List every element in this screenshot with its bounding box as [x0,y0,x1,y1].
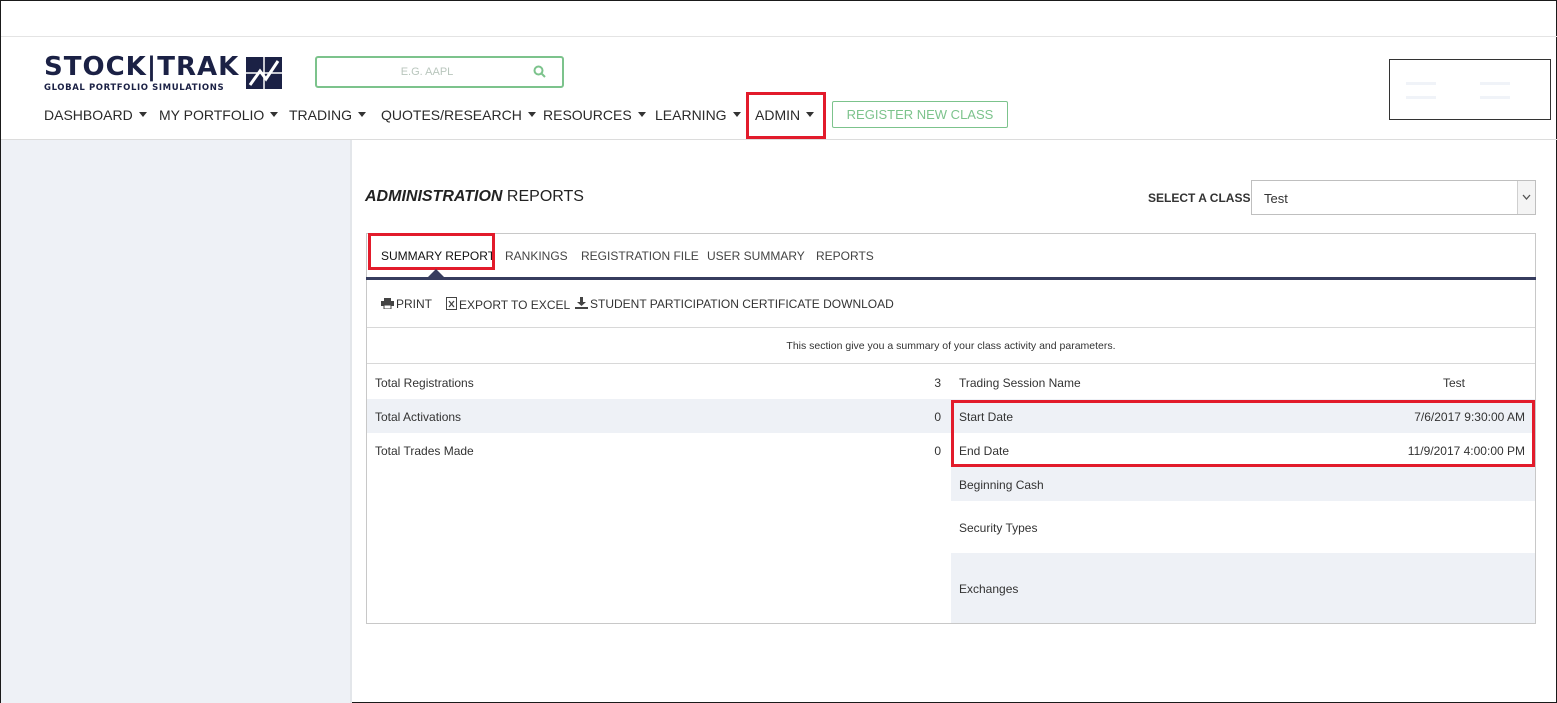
certificate-download-action[interactable]: STUDENT PARTICIPATION CERTIFICATE DOWNLO… [575,297,894,311]
sidebar-divider [350,140,352,703]
page-title-bold: ADMINISTRATION [365,188,503,205]
chevron-down-icon [1522,194,1531,200]
total-activations-label: Total Activations [375,410,462,424]
class-select[interactable]: Test [1251,180,1536,215]
nav-quotes-research[interactable]: QUOTES/RESEARCH [381,107,536,123]
tab-user-summary[interactable]: USER SUMMARY [707,249,805,263]
nav-trading[interactable]: TRADING [289,107,366,123]
nav-label: LEARNING [655,107,727,123]
register-new-class-button[interactable]: REGISTER NEW CLASS [832,101,1008,128]
nav-label: ADMIN [755,107,801,123]
exchanges-label: Exchanges [959,582,1019,596]
tab-registration-file[interactable]: REGISTRATION FILE [581,249,699,263]
logo-wordmark: STOCK|TRAK [44,52,240,82]
nav-label: TRADING [289,107,352,123]
total-registrations-value: 3 [934,376,941,390]
tab-rankings[interactable]: RANKINGS [505,249,568,263]
tab-reports[interactable]: REPORTS [816,249,874,263]
session-name-value: Test [1442,376,1465,390]
download-icon [575,297,588,309]
caret-down-icon [270,112,279,117]
nav-label: DASHBOARD [44,107,133,123]
logo-mark-icon [246,57,282,89]
actions-divider [367,327,1535,328]
security-types-label: Security Types [959,521,1038,535]
account-widget[interactable] [1389,59,1551,120]
excel-file-icon [446,297,457,310]
right-row-stripe [951,553,1535,623]
logo-tagline: GLOBAL PORTFOLIO SIMULATIONS [44,83,225,93]
nav-resources[interactable]: RESOURCES [543,107,646,123]
search-icon[interactable] [533,65,546,78]
redacted-text [1480,96,1510,99]
total-activations-value: 0 [934,410,941,424]
nav-label: QUOTES/RESEARCH [381,107,522,123]
certificate-label: STUDENT PARTICIPATION CERTIFICATE DOWNLO… [590,297,894,311]
select-class-label: SELECT A CLASS [1148,191,1251,205]
nav-my-portfolio[interactable]: MY PORTFOLIO [159,107,279,123]
symbol-search[interactable] [315,56,564,88]
note-divider [367,363,1535,364]
page-title: ADMINISTRATION REPORTS [365,188,584,206]
nav-label: MY PORTFOLIO [159,107,265,123]
session-name-label: Trading Session Name [959,376,1081,390]
nav-admin[interactable]: ADMIN [755,107,815,123]
caret-down-icon [138,112,147,117]
print-label: PRINT [396,297,432,311]
print-action[interactable]: PRINT [381,297,432,311]
end-date-value: 11/9/2017 4:00:00 PM [1407,444,1525,458]
caret-down-icon [806,112,815,117]
caret-down-icon [527,112,536,117]
total-trades-label: Total Trades Made [375,444,474,458]
nav-label: RESOURCES [543,107,632,123]
top-blank-band [1,1,1557,37]
total-trades-value: 0 [934,444,941,458]
beginning-cash-label: Beginning Cash [959,478,1044,492]
printer-icon [381,298,394,310]
class-select-value: Test [1264,191,1288,206]
end-date-label: End Date [959,444,1010,458]
start-date-value: 7/6/2017 9:30:00 AM [1414,410,1525,424]
tab-summary-report[interactable]: SUMMARY REPORT [381,249,495,263]
nav-learning[interactable]: LEARNING [655,107,741,123]
caret-down-icon [637,112,646,117]
redacted-text [1480,82,1510,85]
redacted-text [1406,82,1436,85]
sidebar [1,140,350,703]
start-date-label: Start Date [959,410,1014,424]
caret-down-icon [358,112,366,117]
page-title-rest: REPORTS [502,188,584,205]
stocktrak-logo[interactable]: STOCK|TRAK GLOBAL PORTFOLIO SIMULATIONS [44,52,284,95]
nav-dashboard[interactable]: DASHBOARD [44,107,147,123]
export-label: EXPORT TO EXCEL [459,298,571,312]
caret-down-icon [732,112,741,117]
search-input[interactable] [327,63,527,81]
active-tab-pointer [428,269,444,277]
redacted-text [1406,96,1436,99]
tabs-underline [366,277,1536,280]
select-arrow[interactable] [1517,181,1535,214]
summary-note: This section give you a summary of your … [786,340,1116,352]
export-excel-action[interactable]: EXPORT TO EXCEL [446,297,570,312]
total-registrations-label: Total Registrations [375,376,474,390]
